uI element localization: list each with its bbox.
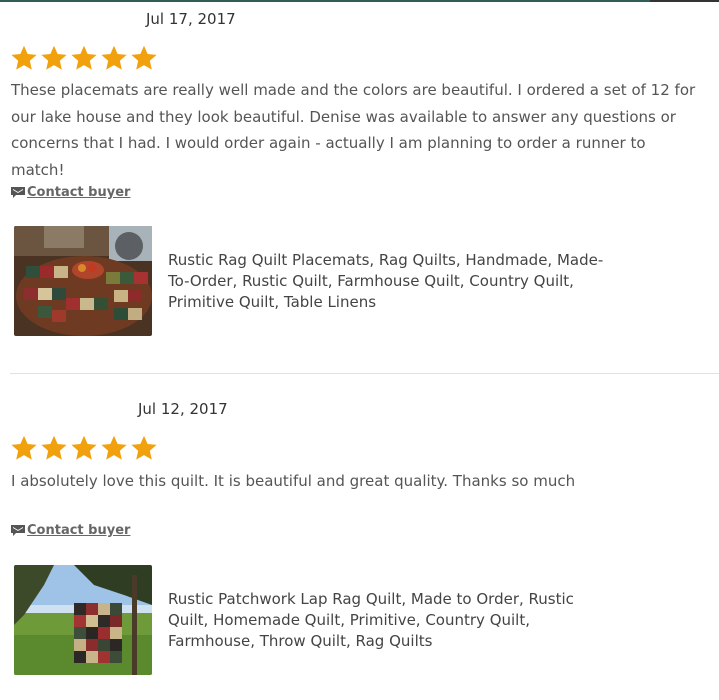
contact-buyer-label[interactable]: Contact buyer [27,523,130,538]
contact-buyer-link[interactable]: Contact buyer [11,185,130,200]
listing-thumbnail[interactable] [14,565,152,675]
listing-thumbnail[interactable] [14,226,152,336]
flag-message-icon [11,524,25,537]
star-icon [10,44,38,72]
review-text: I absolutely love this quilt. It is beau… [11,472,576,490]
star-icon [70,44,98,72]
star-rating [10,44,158,74]
review-text: These placemats are really well made and… [11,81,696,179]
top-border [0,0,719,2]
contact-buyer-link[interactable]: Contact buyer [11,523,130,538]
flag-message-icon [11,186,25,199]
star-icon [40,434,68,462]
listing-title-link[interactable]: Rustic Patchwork Lap Rag Quilt, Made to … [168,589,608,652]
star-icon [100,434,128,462]
top-border-accent [650,0,719,2]
star-rating [10,434,158,464]
review-date: Jul 17, 2017 [146,10,236,28]
review-date: Jul 12, 2017 [138,400,228,418]
star-icon [10,434,38,462]
star-icon [70,434,98,462]
star-icon [100,44,128,72]
star-icon [130,44,158,72]
star-icon [40,44,68,72]
review-divider [10,373,719,374]
star-icon [130,434,158,462]
listing-title-link[interactable]: Rustic Rag Quilt Placemats, Rag Quilts, … [168,250,608,313]
contact-buyer-label[interactable]: Contact buyer [27,185,130,200]
